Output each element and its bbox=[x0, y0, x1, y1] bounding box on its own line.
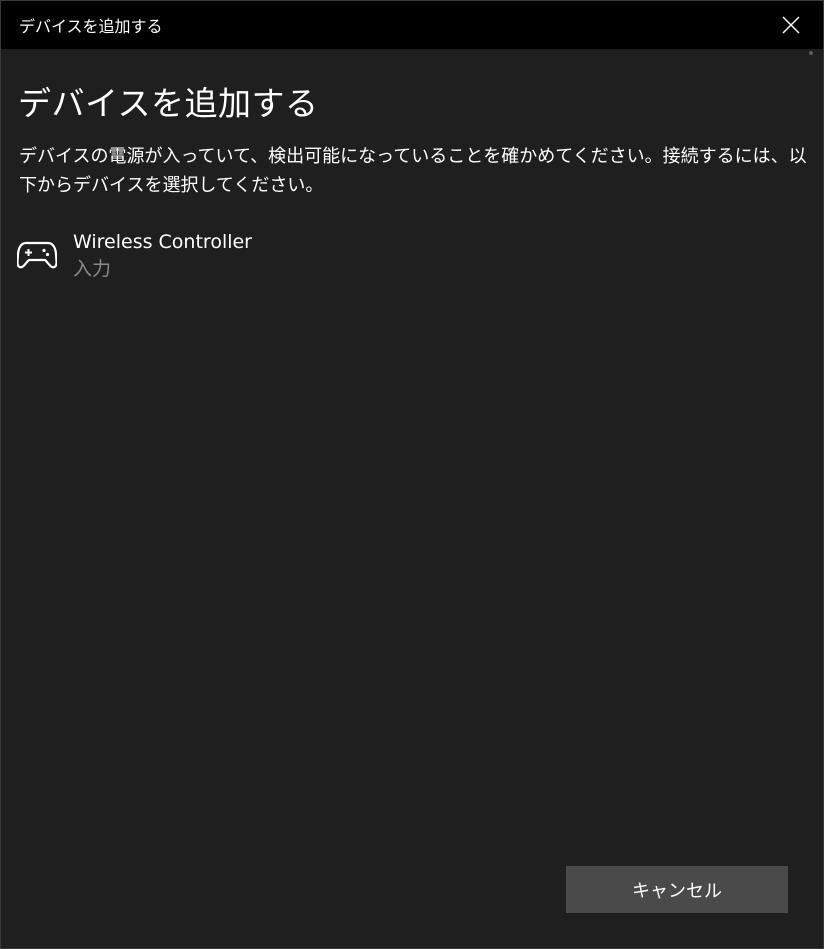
page-heading: デバイスを追加する bbox=[18, 84, 319, 123]
cancel-button[interactable]: キャンセル bbox=[566, 866, 788, 913]
device-name: Wireless Controller bbox=[73, 231, 252, 253]
scroll-indicator bbox=[809, 51, 813, 55]
instructions-text: デバイスの電源が入っていて、検出可能になっていることを確かめてください。接続する… bbox=[19, 146, 807, 196]
device-type: 入力 bbox=[73, 258, 112, 280]
close-icon bbox=[782, 16, 800, 34]
title-bar: デバイスを追加する bbox=[1, 1, 823, 49]
add-device-window: デバイスを追加する デバイスを追加する デバイスの電源が入っていて、検出可能にな… bbox=[0, 0, 824, 949]
device-item-wireless-controller[interactable]: Wireless Controller 入力 bbox=[17, 229, 437, 293]
gamepad-icon bbox=[17, 235, 57, 275]
device-text: Wireless Controller 入力 bbox=[73, 229, 252, 283]
close-button[interactable] bbox=[759, 1, 823, 49]
window-title: デバイスを追加する bbox=[19, 17, 163, 36]
